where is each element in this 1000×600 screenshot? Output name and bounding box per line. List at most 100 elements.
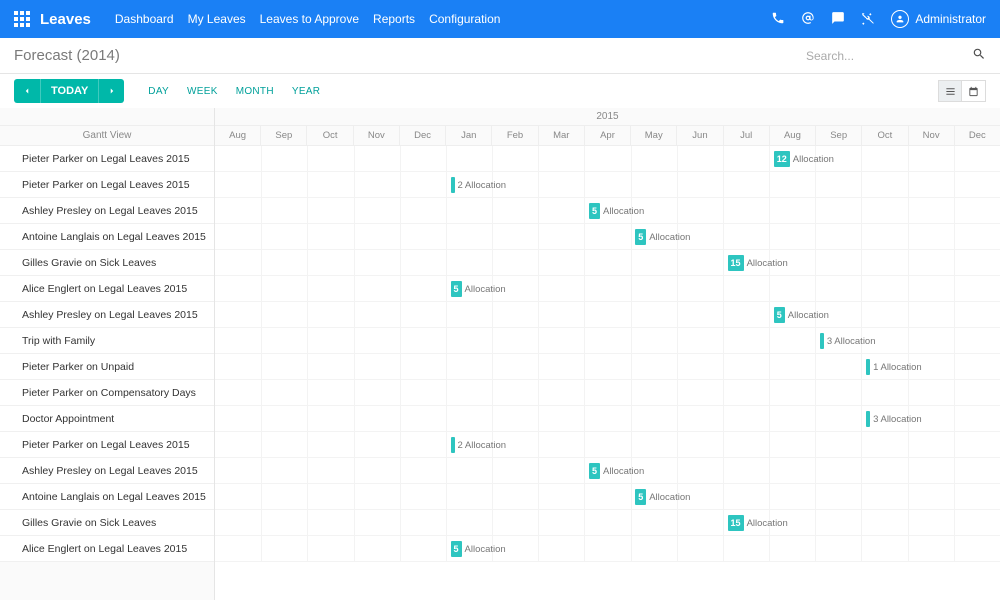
gantt-row-label[interactable]: Alice Englert on Legal Leaves 2015	[0, 276, 214, 302]
allocation-text: 2 Allocation	[458, 180, 507, 191]
gantt-row-label[interactable]: Antoine Langlais on Legal Leaves 2015	[0, 224, 214, 250]
allocation-bar[interactable]: 2 Allocation	[451, 437, 507, 453]
today-button[interactable]: TODAY	[40, 79, 98, 103]
allocation-text: 3 Allocation	[827, 336, 876, 347]
gantt-row-label[interactable]: Alice Englert on Legal Leaves 2015	[0, 536, 214, 562]
gantt-year-header: 2015	[215, 108, 1000, 126]
view-toggles	[938, 80, 986, 102]
allocation-bar[interactable]: 5Allocation	[451, 541, 506, 557]
allocation-chip: 5	[589, 463, 600, 479]
range-day[interactable]: DAY	[148, 86, 169, 97]
month-header-cell: Jun	[676, 126, 722, 145]
month-header-cell: Feb	[491, 126, 537, 145]
app-root: Leaves Dashboard My Leaves Leaves to App…	[0, 0, 1000, 600]
allocation-chip: 15	[728, 255, 744, 271]
chat-icon[interactable]	[831, 11, 845, 28]
nav-my-leaves[interactable]: My Leaves	[188, 12, 246, 26]
gantt-row-label[interactable]: Ashley Presley on Legal Leaves 2015	[0, 458, 214, 484]
user-menu[interactable]: Administrator	[891, 10, 986, 28]
list-view-toggle[interactable]	[938, 80, 962, 102]
nav-config[interactable]: Configuration	[429, 12, 500, 26]
allocation-text: Allocation	[793, 154, 834, 165]
gantt-row: 2 Allocation	[215, 432, 1000, 458]
allocation-chip	[451, 437, 455, 453]
allocation-bar[interactable]: 15Allocation	[728, 515, 788, 531]
gantt-row-label[interactable]: Gilles Gravie on Sick Leaves	[0, 250, 214, 276]
allocation-bar[interactable]: 3 Allocation	[820, 333, 876, 349]
allocation-bar[interactable]: 12Allocation	[774, 151, 834, 167]
allocation-text: Allocation	[788, 310, 829, 321]
nav-reports[interactable]: Reports	[373, 12, 415, 26]
gantt-row-label[interactable]: Pieter Parker on Unpaid	[0, 354, 214, 380]
gantt-row-label[interactable]: Antoine Langlais on Legal Leaves 2015	[0, 484, 214, 510]
next-button[interactable]	[98, 79, 124, 103]
allocation-bar[interactable]: 5Allocation	[635, 489, 690, 505]
gantt-row: 1 Allocation	[215, 354, 1000, 380]
tools-icon[interactable]	[861, 12, 875, 26]
allocation-text: Allocation	[747, 258, 788, 269]
month-header-cell: Dec	[954, 126, 1000, 145]
month-header-cell: May	[630, 126, 676, 145]
month-header-cell: Jul	[723, 126, 769, 145]
allocation-chip: 5	[635, 229, 646, 245]
month-header-cell: Mar	[538, 126, 584, 145]
gantt-row-label[interactable]: Ashley Presley on Legal Leaves 2015	[0, 198, 214, 224]
gantt-row: 15Allocation	[215, 250, 1000, 276]
gantt-row	[215, 380, 1000, 406]
gantt-row: 5Allocation	[215, 536, 1000, 562]
gantt-row-label[interactable]: Pieter Parker on Legal Leaves 2015	[0, 146, 214, 172]
allocation-bar[interactable]: 15Allocation	[728, 255, 788, 271]
search-icon[interactable]	[972, 47, 986, 64]
date-nav-group: TODAY	[14, 79, 124, 103]
allocation-bar[interactable]: 3 Allocation	[866, 411, 922, 427]
allocation-bar[interactable]: 5Allocation	[635, 229, 690, 245]
allocation-bar[interactable]: 2 Allocation	[451, 177, 507, 193]
gantt-row: 5Allocation	[215, 224, 1000, 250]
range-month[interactable]: MONTH	[236, 86, 274, 97]
allocation-chip: 5	[451, 281, 462, 297]
app-brand: Leaves	[40, 11, 91, 28]
month-header-cell: Sep	[815, 126, 861, 145]
allocation-bar[interactable]: 1 Allocation	[866, 359, 922, 375]
month-header-cell: Aug	[215, 126, 260, 145]
phone-icon[interactable]	[771, 11, 785, 28]
allocation-text: Allocation	[603, 206, 644, 217]
month-header-cell: Nov	[908, 126, 954, 145]
search-input[interactable]	[806, 49, 966, 63]
month-header-cell: Aug	[769, 126, 815, 145]
month-header-cell: Sep	[260, 126, 306, 145]
allocation-bar[interactable]: 5Allocation	[589, 463, 644, 479]
allocation-chip	[866, 359, 870, 375]
month-header-cell: Oct	[861, 126, 907, 145]
apps-icon[interactable]	[14, 11, 30, 27]
gantt: Gantt View Pieter Parker on Legal Leaves…	[0, 108, 1000, 600]
range-week[interactable]: WEEK	[187, 86, 218, 97]
allocation-bar[interactable]: 5Allocation	[451, 281, 506, 297]
gantt-row: 5Allocation	[215, 198, 1000, 224]
gantt-row-label[interactable]: Gilles Gravie on Sick Leaves	[0, 510, 214, 536]
gantt-row-label[interactable]: Ashley Presley on Legal Leaves 2015	[0, 302, 214, 328]
allocation-text: Allocation	[649, 492, 690, 503]
gantt-row: 5Allocation	[215, 484, 1000, 510]
gantt-label-column: Gantt View Pieter Parker on Legal Leaves…	[0, 108, 215, 600]
prev-button[interactable]	[14, 79, 40, 103]
month-header-cell: Dec	[399, 126, 445, 145]
range-tabs: DAY WEEK MONTH YEAR	[148, 86, 320, 97]
allocation-text: 1 Allocation	[873, 362, 922, 373]
nav-dashboard[interactable]: Dashboard	[115, 12, 174, 26]
user-name: Administrator	[915, 12, 986, 26]
at-icon[interactable]	[801, 11, 815, 28]
gantt-row-label[interactable]: Trip with Family	[0, 328, 214, 354]
nav-approve[interactable]: Leaves to Approve	[260, 12, 359, 26]
gantt-row-label[interactable]: Pieter Parker on Legal Leaves 2015	[0, 432, 214, 458]
calendar-view-toggle[interactable]	[962, 80, 986, 102]
allocation-bar[interactable]: 5Allocation	[774, 307, 829, 323]
gantt-row-label[interactable]: Doctor Appointment	[0, 406, 214, 432]
allocation-text: Allocation	[603, 466, 644, 477]
allocation-bar[interactable]: 5Allocation	[589, 203, 644, 219]
gantt-row-label[interactable]: Pieter Parker on Legal Leaves 2015	[0, 172, 214, 198]
gantt-grid[interactable]: 2015 AugSepOctNovDecJanFebMarAprMayJunJu…	[215, 108, 1000, 600]
gantt-row-label[interactable]: Pieter Parker on Compensatory Days	[0, 380, 214, 406]
range-year[interactable]: YEAR	[292, 86, 320, 97]
allocation-chip: 12	[774, 151, 790, 167]
